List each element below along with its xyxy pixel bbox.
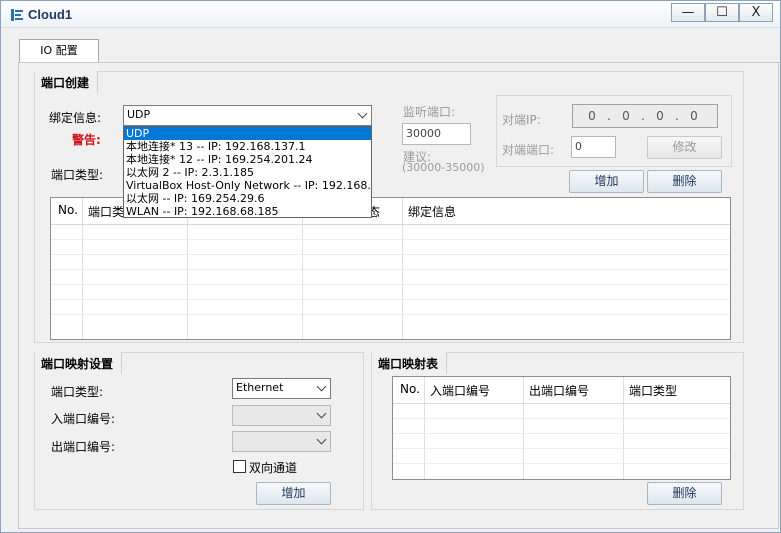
- mapping-column-out-port[interactable]: 出端口编号: [524, 377, 589, 403]
- in-port-select[interactable]: [232, 405, 331, 426]
- maximize-icon: ☐: [716, 5, 728, 20]
- mapping-table-title: 端口映射表: [372, 352, 448, 374]
- modify-button[interactable]: 修改: [647, 136, 722, 159]
- close-button[interactable]: X: [739, 3, 773, 22]
- in-port-label: 入端口编号:: [51, 412, 116, 426]
- bind-info-dropdown-list[interactable]: UDP 本地连接* 13 -- IP: 192.168.137.1 本地连接* …: [123, 126, 372, 218]
- minimize-icon: —: [681, 5, 695, 20]
- column-no[interactable]: No.: [53, 198, 78, 224]
- title-bar[interactable]: Cloud1 — ☐ X: [1, 1, 780, 28]
- mapping-port-type-label: 端口类型:: [51, 385, 104, 399]
- ip-octet-1: 0: [588, 109, 596, 123]
- add-port-button[interactable]: 增加: [569, 170, 644, 193]
- warning-label: 警告:: [72, 133, 101, 147]
- remote-ip-field[interactable]: 0 . 0 . 0 . 0: [572, 104, 718, 128]
- port-creation-title: 端口创建: [35, 71, 99, 93]
- listen-port-label: 监听端口:: [403, 105, 456, 119]
- mapping-port-type-select[interactable]: Ethernet: [232, 378, 331, 399]
- out-port-select[interactable]: [232, 431, 331, 452]
- column-bind-info[interactable]: 绑定信息: [403, 198, 456, 224]
- mapping-column-no[interactable]: No.: [395, 377, 420, 403]
- close-icon: X: [751, 5, 761, 20]
- cloud-app-icon: [11, 9, 23, 21]
- ip-octet-3: 0: [656, 109, 664, 123]
- bidirectional-label: 双向通道: [249, 461, 298, 475]
- dropdown-option[interactable]: 本地连接* 12 -- IP: 169.254.201.24: [124, 153, 371, 166]
- chevron-down-icon: [357, 108, 368, 119]
- dropdown-option[interactable]: 本地连接* 13 -- IP: 192.168.137.1: [124, 140, 371, 153]
- mapping-column-port-type[interactable]: 端口类型: [624, 377, 677, 403]
- window-title: Cloud1: [28, 7, 73, 22]
- dropdown-option[interactable]: 以太网 -- IP: 169.254.29.6: [124, 192, 371, 205]
- listen-port-input[interactable]: 30000: [402, 123, 471, 145]
- minimize-button[interactable]: —: [671, 3, 705, 22]
- dropdown-option[interactable]: UDP: [124, 127, 371, 140]
- cloud-window: Cloud1 — ☐ X IO 配置 端口创建 绑定信息: UDP 警告: 端口…: [0, 0, 781, 533]
- remote-port-label: 对端端口:: [502, 143, 555, 157]
- dropdown-option[interactable]: WLAN -- IP: 192.168.68.185: [124, 205, 371, 218]
- remote-port-input[interactable]: 0: [571, 136, 616, 158]
- ip-octet-4: 0: [690, 109, 698, 123]
- maximize-button[interactable]: ☐: [705, 3, 739, 22]
- suggest-range: (30000-35000): [402, 161, 485, 174]
- bind-info-label: 绑定信息:: [49, 111, 102, 125]
- port-type-label: 端口类型:: [51, 168, 104, 182]
- mapping-column-in-port[interactable]: 入端口编号: [425, 377, 490, 403]
- chevron-down-icon: [316, 408, 327, 419]
- bind-info-select[interactable]: UDP: [123, 105, 372, 126]
- remote-ip-label: 对端IP:: [502, 113, 541, 127]
- dropdown-option[interactable]: VirtualBox Host-Only Network -- IP: 192.…: [124, 179, 371, 192]
- column-port-type[interactable]: 端口类: [83, 198, 124, 224]
- ip-octet-2: 0: [622, 109, 630, 123]
- port-mapping-title: 端口映射设置: [35, 352, 123, 374]
- chevron-down-icon: [316, 434, 327, 445]
- port-table[interactable]: No. 端口类 态 绑定信息: [50, 197, 731, 340]
- out-port-label: 出端口编号:: [51, 440, 116, 454]
- delete-mapping-button[interactable]: 删除: [647, 482, 722, 505]
- bind-info-value: UDP: [127, 108, 151, 121]
- mapping-port-type-value: Ethernet: [236, 381, 284, 394]
- mapping-table[interactable]: No. 入端口编号 出端口编号 端口类型: [392, 376, 731, 480]
- bidirectional-checkbox[interactable]: [233, 460, 246, 473]
- tab-io-config[interactable]: IO 配置: [19, 39, 99, 63]
- dropdown-option[interactable]: 以太网 2 -- IP: 2.3.1.185: [124, 166, 371, 179]
- add-mapping-button[interactable]: 增加: [256, 482, 331, 505]
- delete-port-button[interactable]: 删除: [647, 170, 722, 193]
- chevron-down-icon: [316, 381, 327, 392]
